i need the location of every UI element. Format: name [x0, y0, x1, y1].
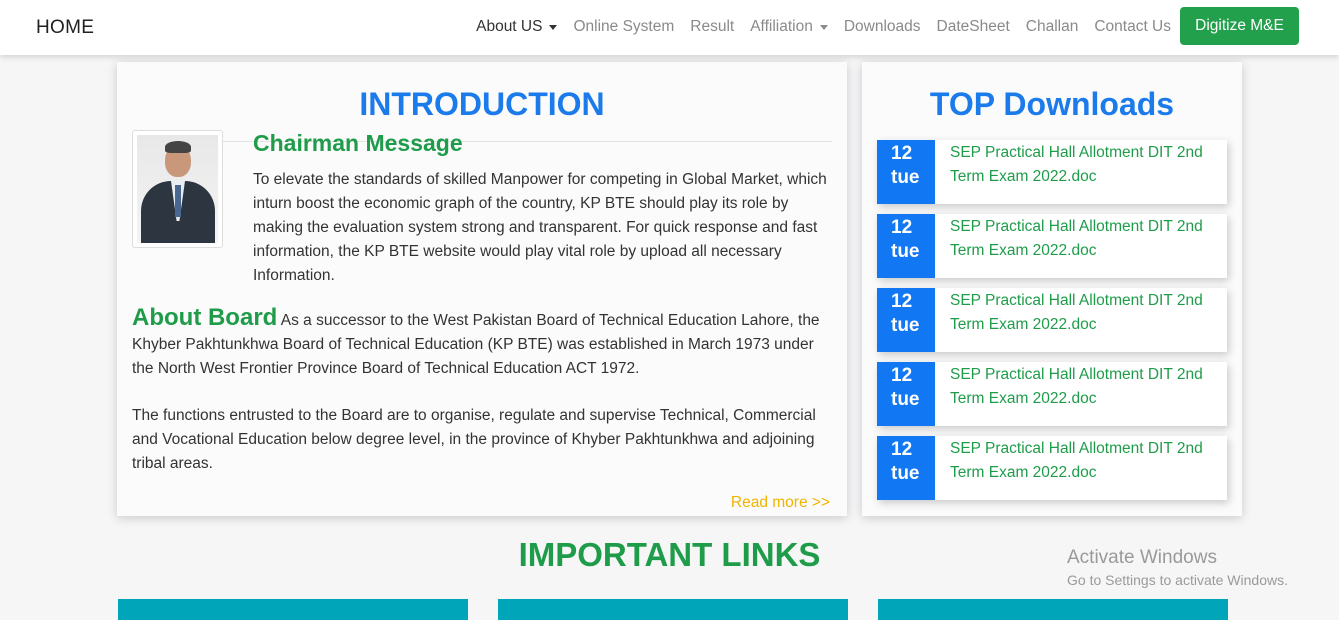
nav-online-system-label: Online System	[573, 18, 675, 35]
board-functions-text: The functions entrusted to the Board are…	[132, 407, 816, 472]
download-item[interactable]: 12 tue SEP Practical Hall Allotment DIT 2…	[877, 362, 1227, 426]
digitize-button[interactable]: Digitize M&E	[1180, 7, 1299, 45]
introduction-title: INTRODUCTION	[132, 82, 832, 142]
download-link[interactable]: SEP Practical Hall Allotment DIT 2nd Ter…	[950, 437, 1220, 485]
photo-tie	[175, 185, 181, 217]
download-date-badge: 12 tue	[877, 362, 935, 426]
activate-windows-watermark: Activate Windows Go to Settings to activ…	[1067, 547, 1288, 588]
top-navbar: HOME About US Online System Result Affil…	[0, 0, 1339, 55]
download-link[interactable]: SEP Practical Hall Allotment DIT 2nd Ter…	[950, 289, 1220, 337]
nav-links: About US Online System Result Affiliatio…	[476, 18, 1171, 36]
watermark-subtitle: Go to Settings to activate Windows.	[1067, 572, 1288, 588]
download-weekday: tue	[891, 463, 920, 484]
top-downloads-title: TOP Downloads	[877, 82, 1227, 142]
nav-datesheet-label: DateSheet	[936, 18, 1010, 35]
chevron-down-icon	[549, 24, 558, 30]
download-link[interactable]: SEP Practical Hall Allotment DIT 2nd Ter…	[950, 363, 1220, 411]
download-date-badge: 12 tue	[877, 288, 935, 352]
download-weekday: tue	[891, 315, 920, 336]
download-date-badge: 12 tue	[877, 214, 935, 278]
nav-challan[interactable]: Challan	[1026, 18, 1079, 36]
top-downloads-card: TOP Downloads 12 tue SEP Practical Hall A…	[862, 62, 1242, 516]
nav-downloads-label: Downloads	[843, 18, 921, 35]
downloads-list: 12 tue SEP Practical Hall Allotment DIT 2…	[877, 140, 1227, 510]
chairman-message-text: To elevate the standards of skilled Manp…	[253, 171, 827, 284]
download-item[interactable]: 12 tue SEP Practical Hall Allotment DIT 2…	[877, 436, 1227, 500]
important-link-tile[interactable]	[498, 599, 848, 620]
nav-about-us[interactable]: About US	[476, 18, 558, 36]
download-day: 12	[891, 291, 913, 312]
chevron-down-icon	[819, 24, 828, 30]
download-day: 12	[891, 365, 913, 386]
nav-result[interactable]: Result	[690, 18, 734, 36]
download-item[interactable]: 12 tue SEP Practical Hall Allotment DIT 2…	[877, 140, 1227, 204]
nav-online-system[interactable]: Online System	[573, 18, 674, 36]
about-board-heading: About Board	[132, 304, 278, 331]
download-link[interactable]: SEP Practical Hall Allotment DIT 2nd Ter…	[950, 215, 1220, 263]
download-weekday: tue	[891, 167, 920, 188]
about-board-paragraph: About Board As a successor to the West P…	[132, 306, 832, 381]
photo-hair	[165, 141, 191, 153]
nav-about-us-label: About US	[476, 18, 543, 35]
nav-downloads[interactable]: Downloads	[844, 18, 921, 36]
nav-datesheet[interactable]: DateSheet	[937, 18, 1010, 36]
read-more-link[interactable]: Read more >>	[731, 494, 830, 512]
nav-affiliation[interactable]: Affiliation	[750, 18, 828, 36]
download-day: 12	[891, 217, 913, 238]
chairman-photo-image	[137, 135, 218, 243]
download-item[interactable]: 12 tue SEP Practical Hall Allotment DIT 2…	[877, 288, 1227, 352]
nav-challan-label: Challan	[1025, 18, 1079, 35]
nav-affiliation-label: Affiliation	[750, 18, 813, 35]
chairman-photo	[132, 130, 223, 248]
home-link[interactable]: HOME	[36, 17, 94, 39]
download-weekday: tue	[891, 389, 920, 410]
chairman-message-heading: Chairman Message	[253, 130, 463, 156]
download-day: 12	[891, 143, 913, 164]
download-date-badge: 12 tue	[877, 436, 935, 500]
nav-contact-us[interactable]: Contact Us	[1094, 18, 1171, 36]
nav-contact-us-label: Contact Us	[1094, 18, 1171, 35]
download-day: 12	[891, 439, 913, 460]
download-date-badge: 12 tue	[877, 140, 935, 204]
download-weekday: tue	[891, 241, 920, 262]
important-link-tile[interactable]	[878, 599, 1228, 620]
nav-result-label: Result	[690, 18, 735, 35]
download-link[interactable]: SEP Practical Hall Allotment DIT 2nd Ter…	[950, 141, 1220, 189]
introduction-card: INTRODUCTION Chairman Message To elevate…	[117, 62, 847, 516]
watermark-title: Activate Windows	[1067, 547, 1217, 568]
important-link-tile[interactable]	[118, 599, 468, 620]
download-item[interactable]: 12 tue SEP Practical Hall Allotment DIT 2…	[877, 214, 1227, 278]
